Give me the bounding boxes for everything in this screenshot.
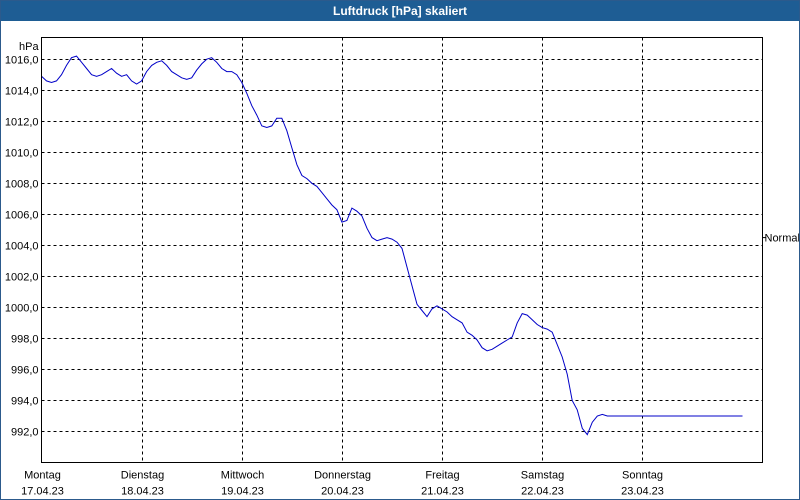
x-tick-date: 19.04.23: [221, 486, 264, 498]
y-tick-label: 1000,0: [5, 303, 39, 315]
x-tick-date: 18.04.23: [121, 486, 164, 498]
x-tick-date: 22.04.23: [521, 486, 564, 498]
chart-window: Luftdruck [hPa] skaliert hPa 992,0 994,0 9…: [0, 0, 800, 500]
y-tick-label: 998,0: [11, 334, 39, 346]
x-tick-date: 23.04.23: [621, 486, 664, 498]
x-tick-day: Mittwoch: [221, 470, 264, 482]
y-axis-label: hPa: [19, 41, 39, 53]
y-tick-label: 1014,0: [5, 86, 39, 98]
x-tick-day: Freitag: [425, 470, 459, 482]
y-tick-label: 1008,0: [5, 179, 39, 191]
y-tick-labels: 992,0 994,0 996,0 998,0 1000,0 1002,0 1004,0 10…: [5, 55, 39, 439]
x-tick-day: Sonntag: [622, 470, 663, 482]
x-tick-labels: Montag 17.04.23 Dienstag 18.04.23 Mittwoch 19…: [21, 470, 664, 498]
y-tick-label: 1002,0: [5, 272, 39, 284]
x-tick-date: 20.04.23: [321, 486, 364, 498]
x-tick-day: Dienstag: [121, 470, 164, 482]
y-tick-label: 992,0: [11, 427, 39, 439]
y-tick-label: 1010,0: [5, 148, 39, 160]
chart-svg: hPa 992,0 994,0 996,0 998,0 1000,0 1002,0 1004…: [5, 37, 800, 498]
reference-label: Normal: [765, 233, 800, 245]
y-tick-label: 996,0: [11, 365, 39, 377]
y-tick-label: 1006,0: [5, 210, 39, 222]
x-tick-date: 17.04.23: [21, 486, 64, 498]
x-tick-day: Montag: [24, 470, 61, 482]
x-tick-day: Donnerstag: [314, 470, 371, 482]
x-tick-date: 21.04.23: [421, 486, 464, 498]
y-tick-label: 994,0: [11, 396, 39, 408]
y-tick-label: 1016,0: [5, 55, 39, 67]
y-tick-label: 1012,0: [5, 117, 39, 129]
chart-title: Luftdruck [hPa] skaliert: [1, 1, 799, 21]
y-tick-label: 1004,0: [5, 241, 39, 253]
x-tick-day: Samstag: [521, 470, 564, 482]
reference-marker: Normal: [762, 233, 800, 245]
